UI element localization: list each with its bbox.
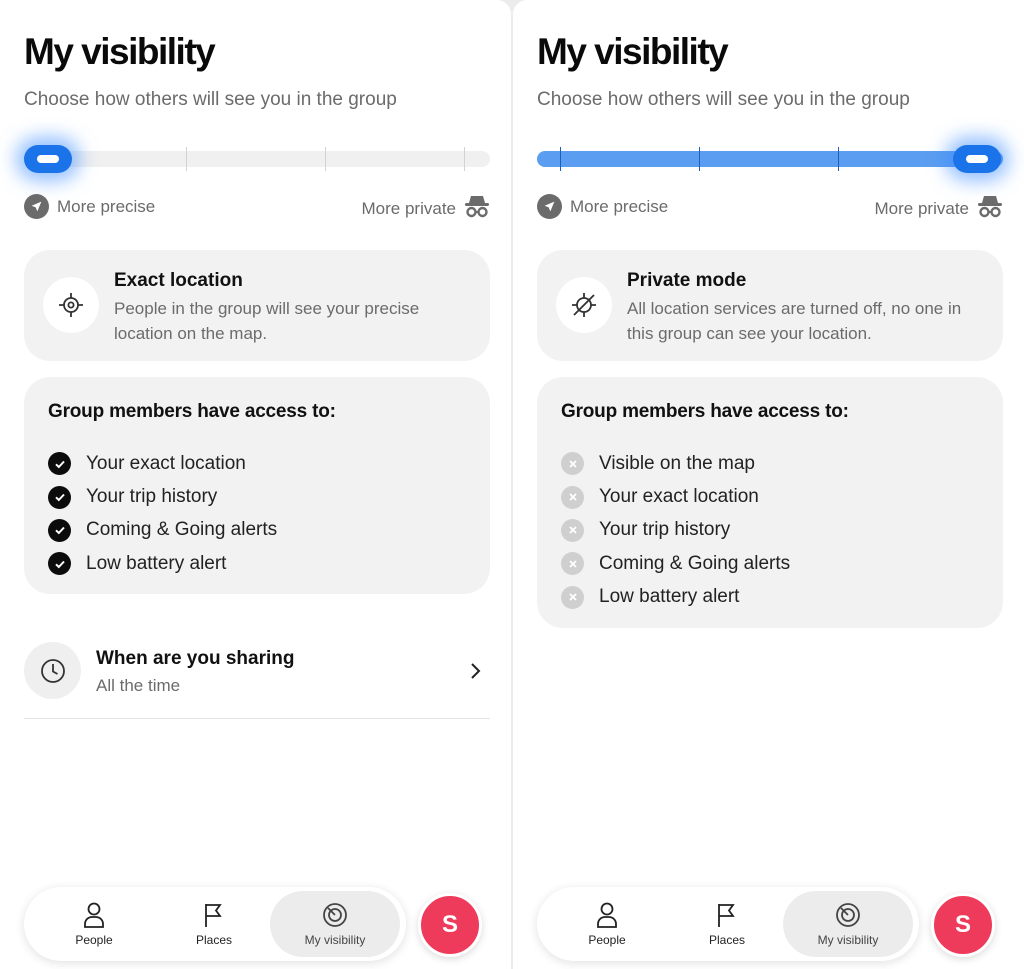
tab-places[interactable]: Places — [663, 891, 791, 957]
tab-bar: People Places My visibility — [24, 887, 406, 961]
slider-thumb[interactable] — [24, 145, 72, 173]
cross-icon — [561, 485, 584, 509]
more-private-label: More private — [361, 198, 456, 218]
list-item: Your trip history — [48, 480, 277, 513]
slider-scale-labels: More precise More private — [537, 194, 1003, 220]
access-item-label: Your trip history — [86, 486, 218, 508]
tab-bar: People Places My visibility — [537, 887, 919, 961]
access-item-label: Low battery alert — [599, 586, 740, 608]
list-item: Your trip history — [561, 514, 790, 547]
access-title: Group members have access to: — [48, 401, 336, 422]
slider-tick — [699, 147, 700, 171]
slider-tick — [325, 147, 326, 171]
more-precise-label: More precise — [570, 196, 669, 216]
avatar[interactable]: S — [418, 893, 482, 957]
access-title: Group members have access to: — [561, 401, 849, 422]
cross-icon — [561, 585, 584, 609]
access-item-label: Coming & Going alerts — [86, 519, 278, 541]
slider-tick — [464, 147, 465, 171]
incognito-icon — [464, 194, 490, 223]
tab-places[interactable]: Places — [150, 891, 278, 957]
chevron-right-icon[interactable] — [468, 661, 482, 681]
check-icon — [48, 485, 71, 509]
crosshair-icon — [43, 277, 99, 333]
cross-icon — [561, 552, 584, 576]
slider-scale-labels: More precise More private — [24, 194, 490, 220]
list-item: Low battery alert — [561, 581, 790, 614]
visibility-mode-card: Exact location People in the group will … — [24, 250, 490, 361]
slider-fill — [537, 151, 1003, 167]
tab-label: Places — [195, 932, 233, 947]
slider-tick — [186, 147, 187, 171]
sharing-title: When are you sharing — [96, 648, 295, 669]
visibility-slider[interactable] — [537, 145, 1003, 173]
access-list: Visible on the map Your exact location Y… — [561, 447, 790, 614]
tab-label: My visibility — [817, 932, 879, 947]
visibility-slider[interactable] — [24, 145, 490, 173]
tab-label: People — [75, 932, 113, 947]
access-item-label: Coming & Going alerts — [599, 552, 791, 574]
flag-icon — [718, 903, 735, 927]
slider-tick — [560, 147, 561, 171]
tab-people[interactable]: People — [28, 891, 160, 957]
check-icon — [48, 552, 71, 576]
more-private-label: More private — [874, 198, 969, 218]
access-card: Group members have access to: Your exact… — [24, 377, 490, 594]
page-title: My visibility — [537, 31, 729, 72]
tab-label: Places — [708, 932, 746, 947]
navigation-arrow-icon — [24, 194, 49, 219]
access-item-label: Your exact location — [599, 486, 759, 508]
tab-label: People — [588, 932, 626, 947]
access-item-label: Low battery alert — [86, 552, 227, 574]
check-icon — [48, 452, 71, 476]
person-icon — [597, 902, 617, 928]
page-title: My visibility — [24, 31, 216, 72]
incognito-icon — [977, 194, 1003, 223]
check-icon — [48, 518, 71, 542]
list-item: Visible on the map — [561, 447, 790, 480]
location-off-icon — [556, 277, 612, 333]
page-subtitle: Choose how others will see you in the gr… — [24, 89, 397, 110]
mode-description: People in the group will see your precis… — [114, 299, 420, 343]
sharing-value: All the time — [96, 676, 181, 695]
page-subtitle: Choose how others will see you in the gr… — [537, 89, 910, 110]
cross-icon — [561, 452, 584, 476]
avatar[interactable]: S — [931, 893, 995, 957]
person-icon — [84, 902, 104, 928]
mode-title: Exact location — [114, 270, 243, 291]
mode-title: Private mode — [627, 270, 747, 291]
visibility-screen-private: My visibility Choose how others will see… — [513, 0, 1024, 969]
flag-icon — [205, 903, 222, 927]
list-item: Low battery alert — [48, 547, 277, 580]
access-card: Group members have access to: Visible on… — [537, 377, 1003, 628]
visibility-icon — [836, 902, 860, 927]
list-item: Coming & Going alerts — [561, 547, 790, 580]
slider-tick — [838, 147, 839, 171]
slider-track[interactable] — [24, 151, 490, 167]
tab-my-visibility[interactable]: My visibility — [783, 891, 913, 957]
tab-my-visibility[interactable]: My visibility — [270, 891, 400, 957]
slider-thumb[interactable] — [953, 145, 1001, 173]
tab-label: My visibility — [304, 932, 366, 947]
access-item-label: Your trip history — [599, 519, 731, 541]
list-item: Your exact location — [48, 447, 277, 480]
access-list: Your exact location Your trip history Co… — [48, 447, 277, 581]
mode-description: All location services are turned off, no… — [627, 299, 962, 343]
access-item-label: Visible on the map — [599, 452, 755, 474]
list-item: Coming & Going alerts — [48, 514, 277, 547]
more-precise-label: More precise — [57, 196, 156, 216]
visibility-icon — [323, 902, 347, 927]
list-item: Your exact location — [561, 480, 790, 513]
cross-icon — [561, 518, 584, 542]
tab-people[interactable]: People — [541, 891, 673, 957]
visibility-mode-card: Private mode All location services are t… — [537, 250, 1003, 361]
navigation-arrow-icon — [537, 194, 562, 219]
access-item-label: Your exact location — [86, 452, 246, 474]
clock-icon — [24, 642, 81, 699]
visibility-screen-precise: My visibility Choose how others will see… — [0, 0, 511, 969]
sharing-schedule-row[interactable]: When are you sharing All the time — [24, 642, 490, 719]
